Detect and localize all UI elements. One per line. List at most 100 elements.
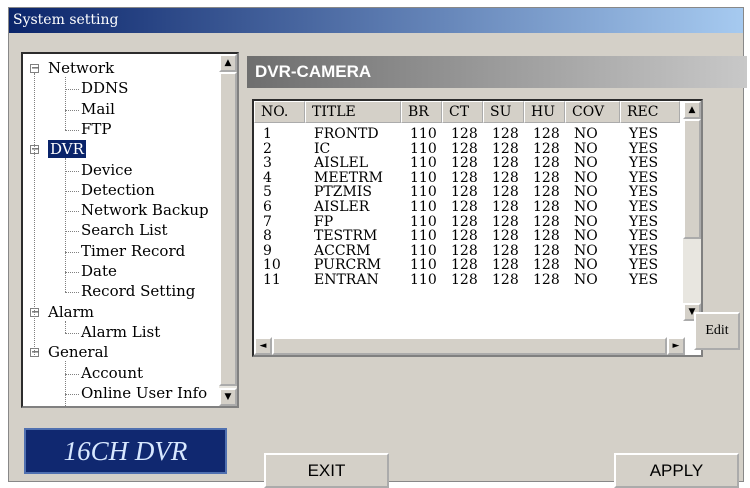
table-cell[interactable]: NO [574,258,598,272]
table-cell[interactable]: YES [629,258,658,272]
tree-item-ftp[interactable]: FTP [81,120,112,138]
table-cell[interactable]: 110 [410,185,437,199]
table-cell[interactable]: YES [629,156,658,170]
table-cell[interactable]: 128 [451,244,478,258]
table-cell[interactable]: 128 [492,244,519,258]
table-cell[interactable]: 1 [263,127,272,141]
table-cell[interactable]: FRONTD [314,127,379,141]
apply-button[interactable]: APPLY [614,453,739,488]
table-cell[interactable]: 128 [451,127,478,141]
table-cell[interactable]: 128 [492,215,519,229]
tree-item-alarm-list[interactable]: Alarm List [81,323,160,341]
table-cell[interactable]: 128 [451,273,478,287]
table-cell[interactable]: NO [574,215,598,229]
table-cell[interactable]: YES [629,244,658,258]
table-cell[interactable]: 128 [451,215,478,229]
table-cell[interactable]: ENTRAN [314,273,379,287]
table-cell[interactable]: 5 [263,185,272,199]
table-cell[interactable]: 110 [410,229,437,243]
tree-item-online-user-info[interactable]: Online User Info [81,384,207,402]
table-cell[interactable]: 110 [410,127,437,141]
table-cell[interactable]: 128 [533,215,560,229]
tree-item-account[interactable]: Account [81,364,143,382]
table-cell[interactable]: 128 [492,127,519,141]
table-cell[interactable]: MEETRM [314,171,383,185]
tree-item-network-backup[interactable]: Network Backup [81,201,209,219]
tree-item-ddns[interactable]: DDNS [81,79,128,97]
table-cell[interactable]: 128 [533,200,560,214]
table-cell[interactable]: 128 [533,171,560,185]
table-cell[interactable]: PTZMIS [314,185,372,199]
table-hscroll-thumb[interactable] [272,337,667,355]
camera-table[interactable]: ▲ ▼ ◄ ► NO. TITLE BR CT SU HU COV REC 1 FRONTD 110… [252,99,703,357]
table-cell[interactable]: 128 [492,185,519,199]
table-cell[interactable]: 110 [410,215,437,229]
table-cell[interactable]: 128 [451,156,478,170]
tree-item-record-setting[interactable]: Record Setting [81,282,195,300]
tree-item-device[interactable]: Device [81,161,132,179]
column-header-su[interactable]: SU [483,101,524,123]
table-cell[interactable]: 128 [492,229,519,243]
table-cell[interactable]: 4 [263,171,272,185]
column-header-cov[interactable]: COV [565,101,620,123]
scroll-up-arrow-icon[interactable]: ▲ [219,54,237,72]
column-header-rec[interactable]: REC [620,101,680,123]
table-cell[interactable]: NO [574,229,598,243]
table-cell[interactable]: 7 [263,215,272,229]
table-cell[interactable]: 3 [263,156,272,170]
settings-tree[interactable]: ▲ ▼ Network − DDNS Mail FTP DVR − Device Detecti… [21,52,239,408]
table-vertical-scrollbar[interactable]: ▲ ▼ [683,101,701,321]
table-cell[interactable]: 110 [410,156,437,170]
column-header-hu[interactable]: HU [524,101,565,123]
table-cell[interactable]: 128 [451,200,478,214]
table-cell[interactable]: 11 [263,273,281,287]
table-cell[interactable]: 128 [533,244,560,258]
tree-item-search-list[interactable]: Search List [81,221,168,239]
tree-item-mail[interactable]: Mail [81,100,115,118]
table-scroll-right-icon[interactable]: ► [667,337,685,355]
table-cell[interactable]: 128 [451,142,478,156]
table-cell[interactable]: YES [629,185,658,199]
table-cell[interactable]: AISLEL [314,156,368,170]
tree-item-dvr[interactable]: DVR [48,140,86,159]
table-cell[interactable]: TESTRM [314,229,377,243]
table-cell[interactable]: 128 [533,127,560,141]
table-cell[interactable]: YES [629,127,658,141]
exit-button[interactable]: EXIT [264,453,389,488]
tree-item-general[interactable]: General [48,343,108,361]
table-cell[interactable]: AISLER [314,200,369,214]
table-cell[interactable]: 128 [492,273,519,287]
table-cell[interactable]: 9 [263,244,272,258]
table-cell[interactable]: NO [574,127,598,141]
table-cell[interactable]: YES [629,229,658,243]
column-header-br[interactable]: BR [401,101,442,123]
table-cell[interactable]: 128 [492,200,519,214]
table-cell[interactable]: YES [629,171,658,185]
table-cell[interactable]: NO [574,156,598,170]
table-cell[interactable]: 6 [263,200,272,214]
table-scroll-left-icon[interactable]: ◄ [254,337,272,355]
table-cell[interactable]: FP [314,215,333,229]
table-cell[interactable]: 128 [533,142,560,156]
table-scroll-thumb[interactable] [683,119,701,239]
column-header-ct[interactable]: CT [442,101,483,123]
tree-item-alarm[interactable]: Alarm [48,303,94,321]
table-cell[interactable]: 128 [492,142,519,156]
tree-vertical-scrollbar[interactable]: ▲ ▼ [219,54,237,406]
table-cell[interactable]: 128 [533,185,560,199]
tree-item-date[interactable]: Date [81,262,117,280]
tree-scroll-thumb[interactable] [219,72,237,386]
table-cell[interactable]: 128 [533,273,560,287]
table-cell[interactable]: YES [629,142,658,156]
tree-collapse-icon[interactable]: − [30,64,39,74]
table-cell[interactable]: YES [629,273,658,287]
table-scroll-up-icon[interactable]: ▲ [683,101,701,119]
table-cell[interactable]: YES [629,200,658,214]
table-cell[interactable]: 110 [410,142,437,156]
tree-item-timer-record[interactable]: Timer Record [81,242,185,260]
table-cell[interactable]: 128 [533,156,560,170]
table-cell[interactable]: 2 [263,142,272,156]
table-cell[interactable]: NO [574,273,598,287]
table-cell[interactable]: 110 [410,273,437,287]
table-cell[interactable]: NO [574,142,598,156]
